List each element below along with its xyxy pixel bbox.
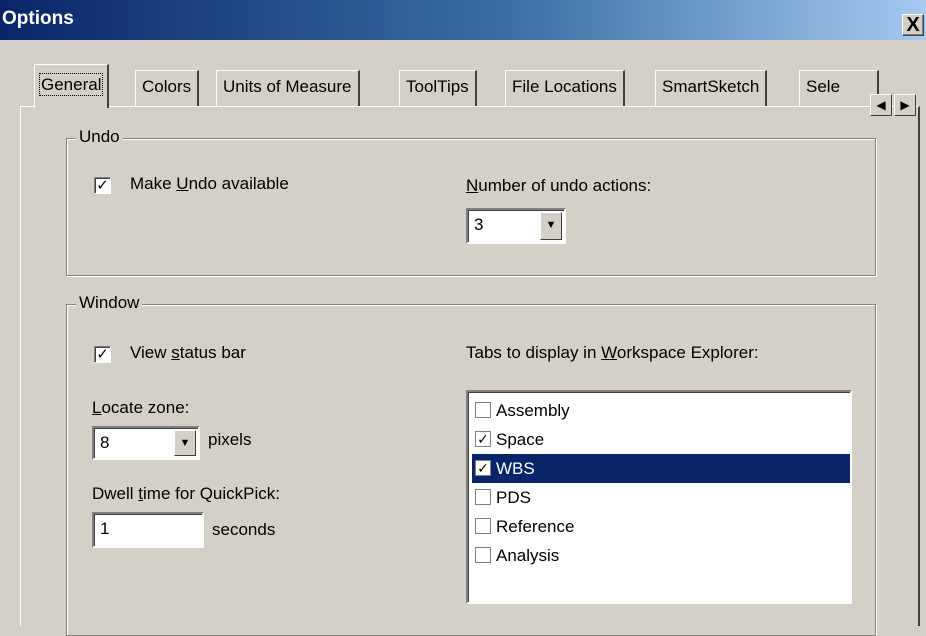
number-of-undo-label: Number of undo actions: <box>466 176 652 195</box>
dwell-time-label: Dwell time for QuickPick: <box>92 484 281 503</box>
view-status-bar-checkbox[interactable]: ✓ <box>94 346 111 363</box>
dwell-time-value: 1 <box>100 519 110 538</box>
make-undo-label: Make Undo available <box>130 174 289 193</box>
workspace-tabs-label-post: orkspace Explorer: <box>616 343 759 362</box>
locate-zone-label: Locate zone: <box>92 398 190 417</box>
tab-colors-label: Colors <box>142 77 192 96</box>
tab-units-of-measure[interactable]: Units of Measure <box>216 70 360 106</box>
undo-group <box>66 138 876 276</box>
tab-smartsketch-label: SmartSketch <box>662 77 760 96</box>
workspace-tabs-label-pre: Tabs to display in <box>466 343 602 362</box>
list-item-assembly[interactable]: Assembly <box>472 396 850 425</box>
wbs-checkbox[interactable]: ✓ <box>475 460 491 476</box>
locate-zone-value: 8 <box>100 433 110 452</box>
workspace-tabs-label-accel: W <box>601 343 617 362</box>
chevron-down-icon: ▼ <box>545 219 557 231</box>
tab-colors[interactable]: Colors <box>135 70 200 106</box>
list-item-label: Space <box>496 430 545 449</box>
list-item-wbs[interactable]: ✓ WBS <box>472 454 850 483</box>
tab-scroll-right-button[interactable]: ▶ <box>894 94 916 116</box>
window-title: Options <box>2 8 74 29</box>
title-bar: Options X <box>0 0 926 40</box>
reference-checkbox[interactable] <box>475 518 491 534</box>
close-button[interactable]: X <box>902 14 924 36</box>
undo-actions-dropdown-button[interactable]: ▼ <box>540 212 562 240</box>
checkmark-icon: ✓ <box>96 177 109 194</box>
analysis-checkbox[interactable] <box>475 547 491 563</box>
assembly-checkbox[interactable] <box>475 402 491 418</box>
view-status-bar-label: View status bar <box>130 343 246 362</box>
workspace-tabs-label: Tabs to display in Workspace Explorer: <box>466 343 759 363</box>
undo-group-label: Undo <box>76 127 123 147</box>
tab-file-locations[interactable]: File Locations <box>505 70 625 106</box>
list-item-label: WBS <box>496 459 535 478</box>
tab-selection[interactable]: Sele <box>799 70 879 106</box>
checkmark-icon: ✓ <box>477 460 489 476</box>
tab-general-label: General <box>38 73 104 96</box>
list-item-label: Analysis <box>496 546 560 565</box>
triangle-left-icon: ◀ <box>876 98 886 112</box>
make-undo-checkbox[interactable]: ✓ <box>94 177 111 194</box>
close-icon: X <box>906 14 920 36</box>
triangle-right-icon: ▶ <box>900 98 910 112</box>
pixels-label: pixels <box>208 430 252 449</box>
list-item-analysis[interactable]: Analysis <box>472 541 850 570</box>
tab-smartsketch[interactable]: SmartSketch <box>655 70 768 106</box>
tab-tooltips[interactable]: ToolTips <box>399 70 477 106</box>
tab-file-locations-label: File Locations <box>512 77 617 96</box>
list-item-pds[interactable]: PDS <box>472 483 850 512</box>
undo-actions-value: 3 <box>474 215 484 234</box>
undo-actions-combo[interactable]: 3 ▼ <box>466 208 566 244</box>
list-item-label: PDS <box>496 488 531 507</box>
tab-general[interactable]: General <box>34 64 110 108</box>
space-checkbox[interactable]: ✓ <box>475 431 491 447</box>
workspace-tabs-listbox[interactable]: Assembly ✓ Space ✓ WBS PDS Reference Ana… <box>466 390 852 604</box>
tab-tooltips-label: ToolTips <box>406 77 469 96</box>
tab-selection-label: Sele <box>806 77 841 96</box>
window-group-label: Window <box>76 293 143 313</box>
tab-scroll-left-button[interactable]: ◀ <box>870 94 892 116</box>
list-item-reference[interactable]: Reference <box>472 512 850 541</box>
checkmark-icon: ✓ <box>477 431 489 447</box>
locate-zone-combo[interactable]: 8 ▼ <box>92 426 200 460</box>
checkmark-icon: ✓ <box>96 346 109 363</box>
chevron-down-icon: ▼ <box>179 437 191 449</box>
locate-zone-dropdown-button[interactable]: ▼ <box>174 430 196 456</box>
seconds-label: seconds <box>212 520 276 539</box>
dwell-time-input[interactable]: 1 <box>92 512 204 548</box>
list-item-label: Reference <box>496 517 575 536</box>
list-item-label: Assembly <box>496 401 570 420</box>
tab-units-of-measure-label: Units of Measure <box>223 77 352 96</box>
pds-checkbox[interactable] <box>475 489 491 505</box>
list-item-space[interactable]: ✓ Space <box>472 425 850 454</box>
